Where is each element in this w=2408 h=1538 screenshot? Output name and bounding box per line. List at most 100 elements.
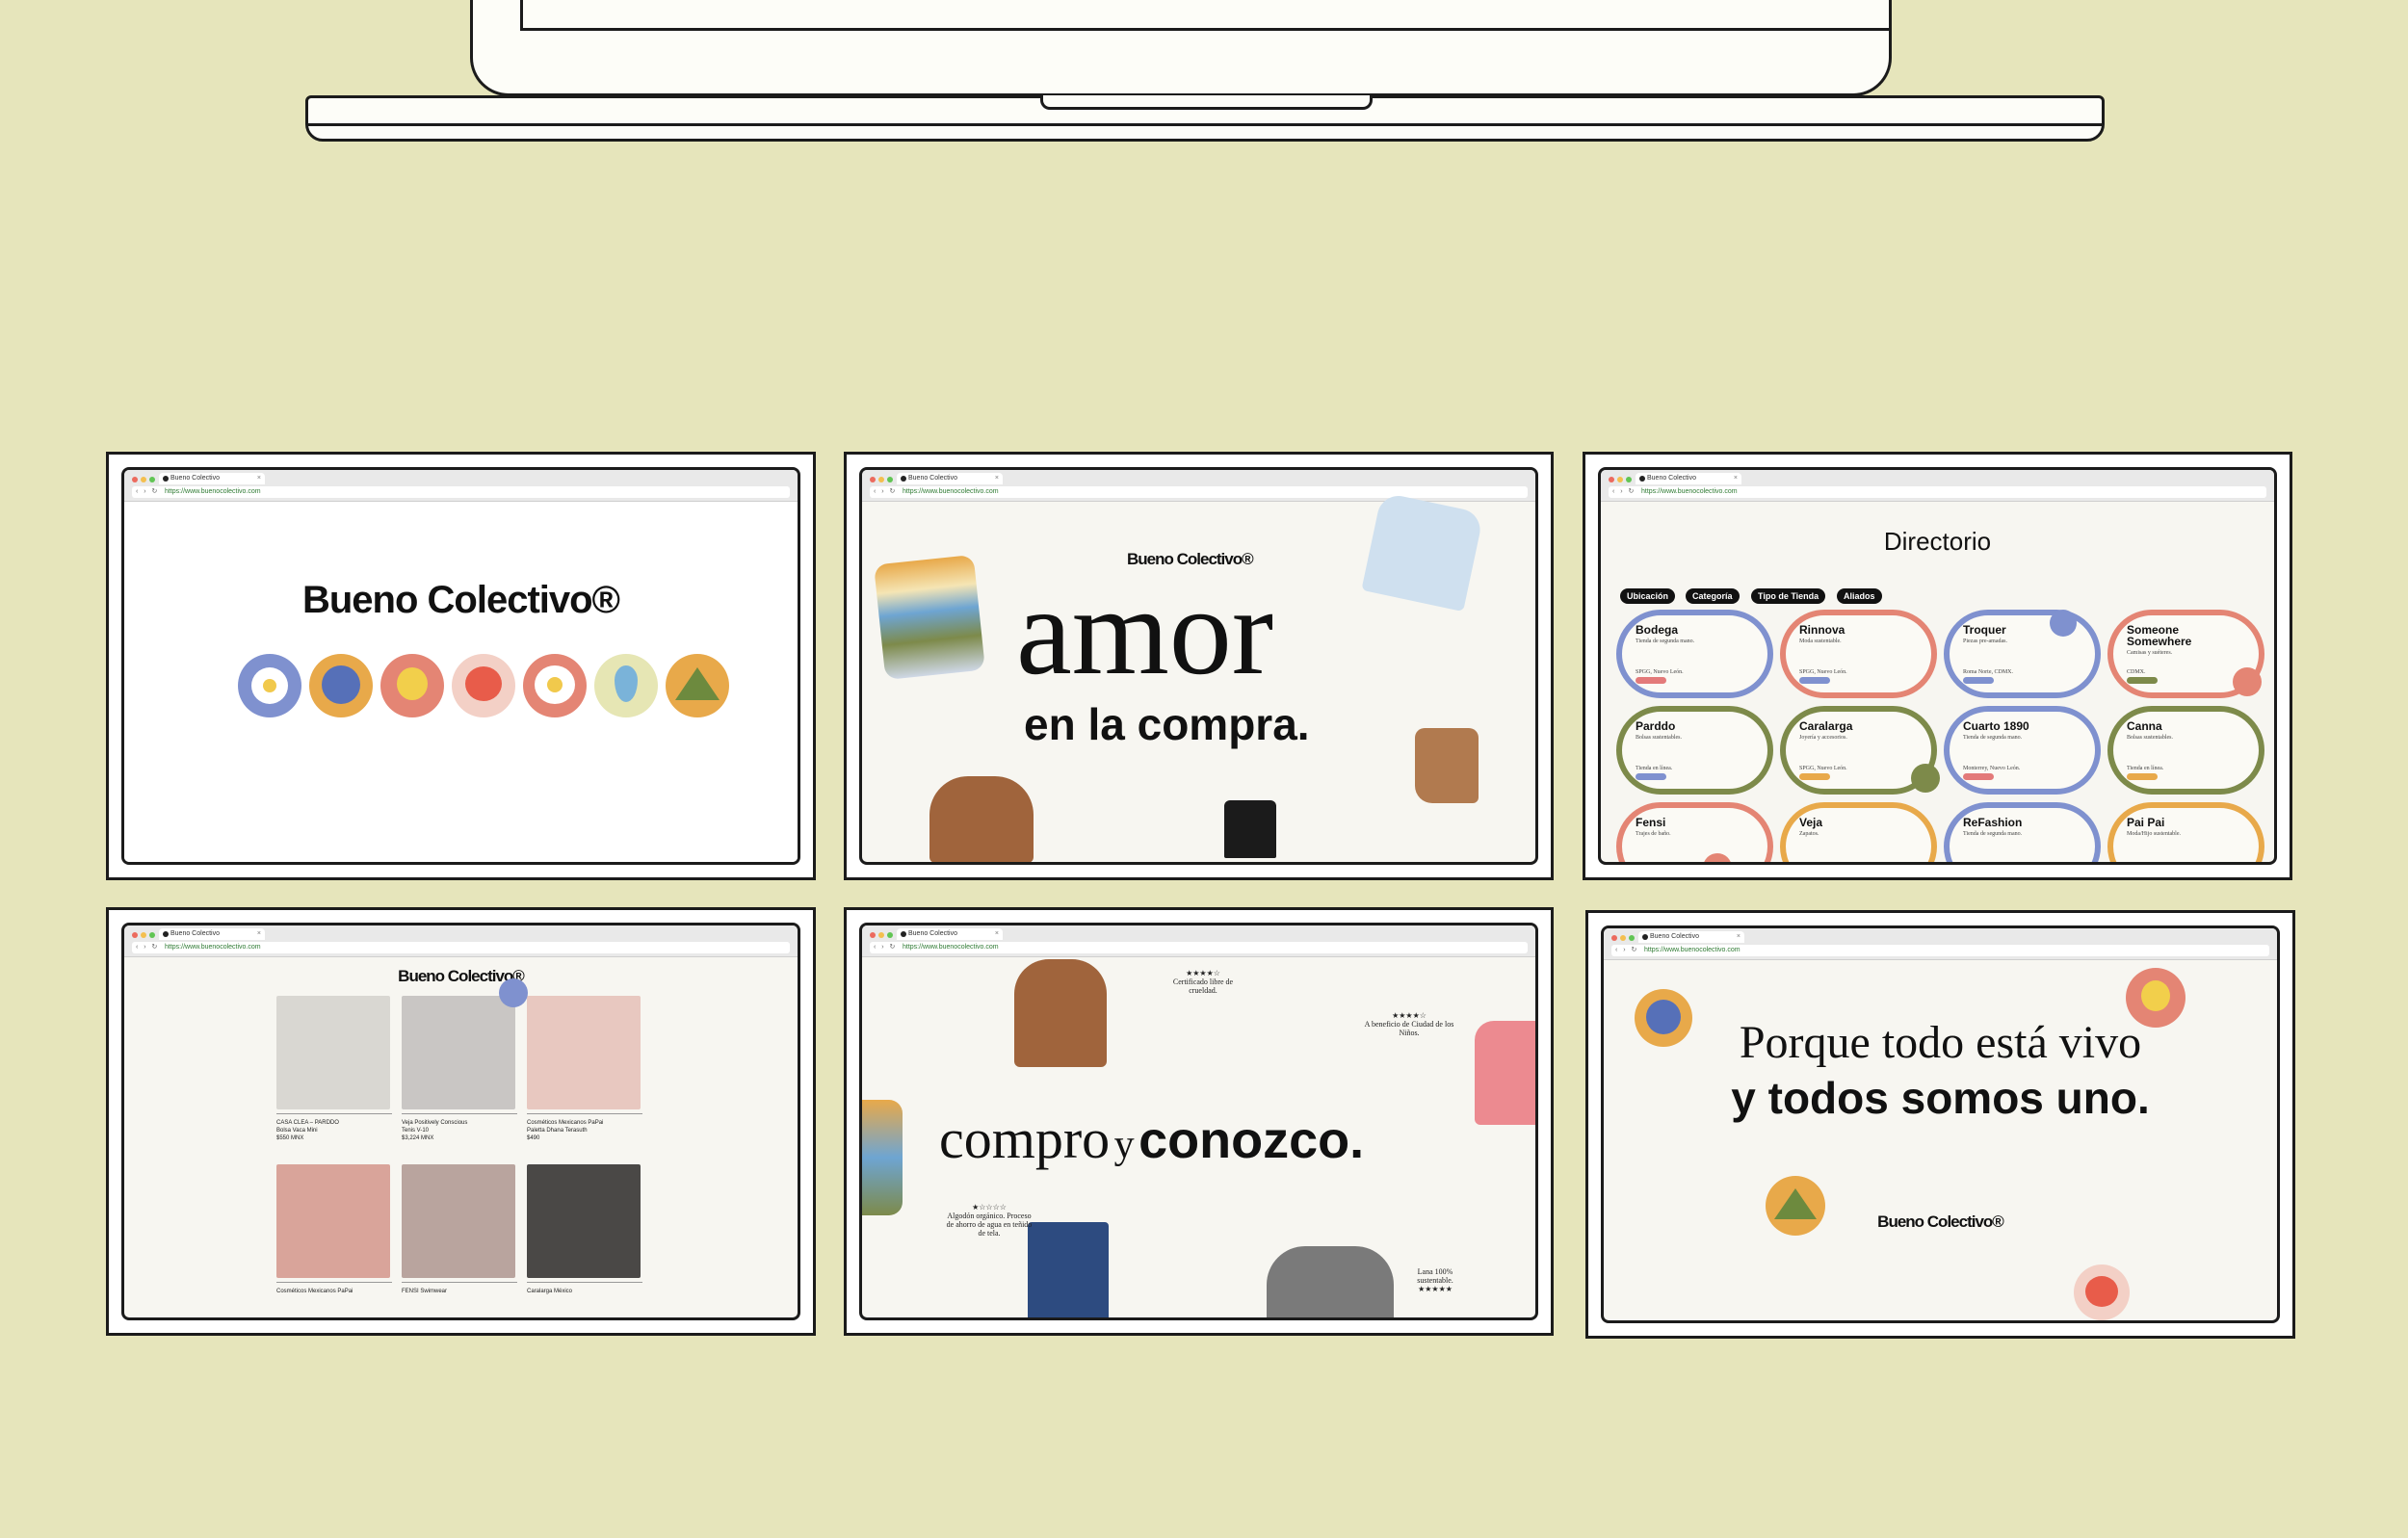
- brand-logo: Bueno Colectivo®: [398, 967, 525, 985]
- minimize-dot-icon[interactable]: [141, 932, 146, 938]
- note-text: Lana 100% sustentable.: [1417, 1267, 1453, 1285]
- store-card[interactable]: Cuarto 1890 Tienda de segunda mano. Monter…: [1944, 706, 2101, 795]
- slide-card-4[interactable]: Bueno Colectivo × ‹ › ↻ https://www.buenoc…: [106, 907, 816, 1336]
- browser-tab[interactable]: Bueno Colectivo ×: [897, 473, 1003, 484]
- product-caption[interactable]: Caralarga México: [527, 1282, 642, 1295]
- browser-window: Bueno Colectivo × ‹ › ↻ https://www.buenoc…: [121, 923, 800, 1320]
- tab-close-icon[interactable]: ×: [257, 473, 261, 484]
- minimize-dot-icon[interactable]: [1617, 477, 1623, 482]
- filter-aliados[interactable]: Aliados: [1837, 588, 1882, 604]
- address-bar[interactable]: ‹ › ↻ https://www.buenocolectivo.com: [1611, 945, 2269, 956]
- page-title: Directorio: [1883, 527, 1992, 556]
- store-card[interactable]: Troquer Piezas pre-amadas. Roma Norte, CDM…: [1944, 610, 2101, 698]
- maximize-dot-icon[interactable]: [887, 932, 893, 938]
- filter-tipo-tienda[interactable]: Tipo de Tienda: [1751, 588, 1826, 604]
- mountain-mascot-icon: [666, 654, 729, 717]
- product-image[interactable]: [276, 1164, 390, 1278]
- store-location: Tienda en línea.: [2127, 766, 2164, 771]
- store-card[interactable]: Parddo Bolsas sustentables. Tienda en líne…: [1616, 706, 1773, 795]
- minimize-dot-icon[interactable]: [878, 477, 884, 482]
- product-caption[interactable]: Cosméticos Mexicanos PaPai: [276, 1282, 392, 1295]
- browser-window: Bueno Colectivo × ‹ › ↻ https://www.buenoc…: [859, 923, 1538, 1320]
- store-card[interactable]: Rinnova Moda sustentable. SPGG, Nuevo León…: [1780, 610, 1937, 698]
- store-desc: Moda sustentable.: [1799, 639, 1842, 644]
- filter-categoria[interactable]: Categoría: [1686, 588, 1740, 604]
- minimize-dot-icon[interactable]: [1620, 935, 1626, 941]
- product-caption[interactable]: CASA CLEA – PARDDO Bolsa Vaca Mini $550 MN…: [276, 1113, 392, 1142]
- filter-ubicacion[interactable]: Ubicación: [1620, 588, 1676, 604]
- tab-title: Bueno Colectivo: [170, 930, 220, 937]
- browser-window: Bueno Colectivo × ‹ › ↻ https://www.buenoc…: [1598, 467, 2277, 865]
- product-image[interactable]: [402, 1164, 515, 1278]
- store-tag[interactable]: [2127, 677, 2158, 684]
- maximize-dot-icon[interactable]: [149, 932, 155, 938]
- store-card[interactable]: Fensi Trajes de baño.: [1616, 802, 1773, 862]
- slide-card-1[interactable]: Bueno Colectivo × ‹ › ↻ https://www.buenoc…: [106, 452, 816, 880]
- store-card[interactable]: Pai Pai Moda/Hijo sustentable.: [2107, 802, 2264, 862]
- store-tag[interactable]: [1636, 773, 1666, 780]
- address-bar[interactable]: ‹ › ↻ https://www.buenocolectivo.com: [870, 486, 1528, 498]
- ally-badge-icon: [1911, 764, 1940, 793]
- product-name: Paletta Dhana Terasuth: [527, 1128, 588, 1134]
- nav-icons[interactable]: ‹ › ↻: [1612, 486, 1636, 498]
- store-card[interactable]: Canna Bolsas sustentables. Tienda en línea…: [2107, 706, 2264, 795]
- store-tag[interactable]: [1963, 773, 1994, 780]
- browser-tab[interactable]: Bueno Colectivo ×: [897, 928, 1003, 940]
- address-bar[interactable]: ‹ › ↻ https://www.buenocolectivo.com: [132, 942, 790, 953]
- browser-tab[interactable]: Bueno Colectivo ×: [1636, 473, 1741, 484]
- minimize-dot-icon[interactable]: [878, 932, 884, 938]
- browser-tab[interactable]: Bueno Colectivo ×: [159, 928, 265, 940]
- nav-icons[interactable]: ‹ › ↻: [1615, 945, 1638, 956]
- maximize-dot-icon[interactable]: [1626, 477, 1632, 482]
- store-tag[interactable]: [1963, 677, 1994, 684]
- store-name: Fensi: [1636, 816, 1666, 829]
- close-dot-icon[interactable]: [132, 477, 138, 482]
- store-card[interactable]: ReFashion Tienda de segunda mano.: [1944, 802, 2101, 862]
- close-dot-icon[interactable]: [870, 477, 876, 482]
- maximize-dot-icon[interactable]: [1629, 935, 1635, 941]
- store-tag[interactable]: [1799, 773, 1830, 780]
- browser-tab[interactable]: Bueno Colectivo ×: [1638, 931, 1744, 943]
- product-caption[interactable]: Veja Positively Conscious Tenis V-10 $3,22…: [402, 1113, 517, 1142]
- tab-close-icon[interactable]: ×: [995, 928, 999, 940]
- slide-card-5[interactable]: Bueno Colectivo × ‹ › ↻ https://www.buenoc…: [844, 907, 1554, 1336]
- product-caption[interactable]: FENSI Swimwear: [402, 1282, 517, 1295]
- slide-card-6[interactable]: Bueno Colectivo × ‹ › ↻ https://www.buenoc…: [1585, 910, 2295, 1339]
- maximize-dot-icon[interactable]: [149, 477, 155, 482]
- close-dot-icon[interactable]: [1609, 477, 1614, 482]
- product-caption[interactable]: Cosméticos Mexicanos PaPai Paletta Dhana …: [527, 1113, 642, 1142]
- product-image[interactable]: [276, 996, 390, 1109]
- apple-mascot-icon: [2074, 1264, 2130, 1320]
- nav-icons[interactable]: ‹ › ↻: [874, 486, 897, 498]
- close-dot-icon[interactable]: [132, 932, 138, 938]
- maximize-dot-icon[interactable]: [887, 477, 893, 482]
- product-image[interactable]: [402, 996, 515, 1109]
- slide-card-3[interactable]: Bueno Colectivo × ‹ › ↻ https://www.buenoc…: [1583, 452, 2292, 880]
- close-dot-icon[interactable]: [1611, 935, 1617, 941]
- tab-close-icon[interactable]: ×: [995, 473, 999, 484]
- browser-tab[interactable]: Bueno Colectivo ×: [159, 473, 265, 484]
- tab-close-icon[interactable]: ×: [257, 928, 261, 940]
- store-card[interactable]: Bodega Tienda de segunda mano. SPGG, Nuevo…: [1616, 610, 1773, 698]
- nav-icons[interactable]: ‹ › ↻: [136, 942, 159, 953]
- slide-card-2[interactable]: Bueno Colectivo × ‹ › ↻ https://www.buenoc…: [844, 452, 1554, 880]
- nav-icons[interactable]: ‹ › ↻: [136, 486, 159, 498]
- minimize-dot-icon[interactable]: [141, 477, 146, 482]
- store-tag[interactable]: [2127, 773, 2158, 780]
- page-content: compro y conozco. ★★★★☆ Certificado libre…: [862, 957, 1535, 1317]
- store-tag[interactable]: [1636, 677, 1666, 684]
- product-image[interactable]: [527, 996, 641, 1109]
- product-image[interactable]: [527, 1164, 641, 1278]
- store-card[interactable]: Veja Zapatos.: [1780, 802, 1937, 862]
- close-dot-icon[interactable]: [870, 932, 876, 938]
- coat-image: [1014, 959, 1107, 1067]
- address-bar[interactable]: ‹ › ↻ https://www.buenocolectivo.com: [1609, 486, 2266, 498]
- mountain-mascot-icon: [1766, 1176, 1825, 1236]
- gray-sweater-image: [1267, 1246, 1394, 1317]
- store-tag[interactable]: [1799, 677, 1830, 684]
- tab-close-icon[interactable]: ×: [1734, 473, 1738, 484]
- address-bar[interactable]: ‹ › ↻ https://www.buenocolectivo.com: [132, 486, 790, 498]
- nav-icons[interactable]: ‹ › ↻: [874, 942, 897, 953]
- address-bar[interactable]: ‹ › ↻ https://www.buenocolectivo.com: [870, 942, 1528, 953]
- tab-close-icon[interactable]: ×: [1737, 931, 1741, 943]
